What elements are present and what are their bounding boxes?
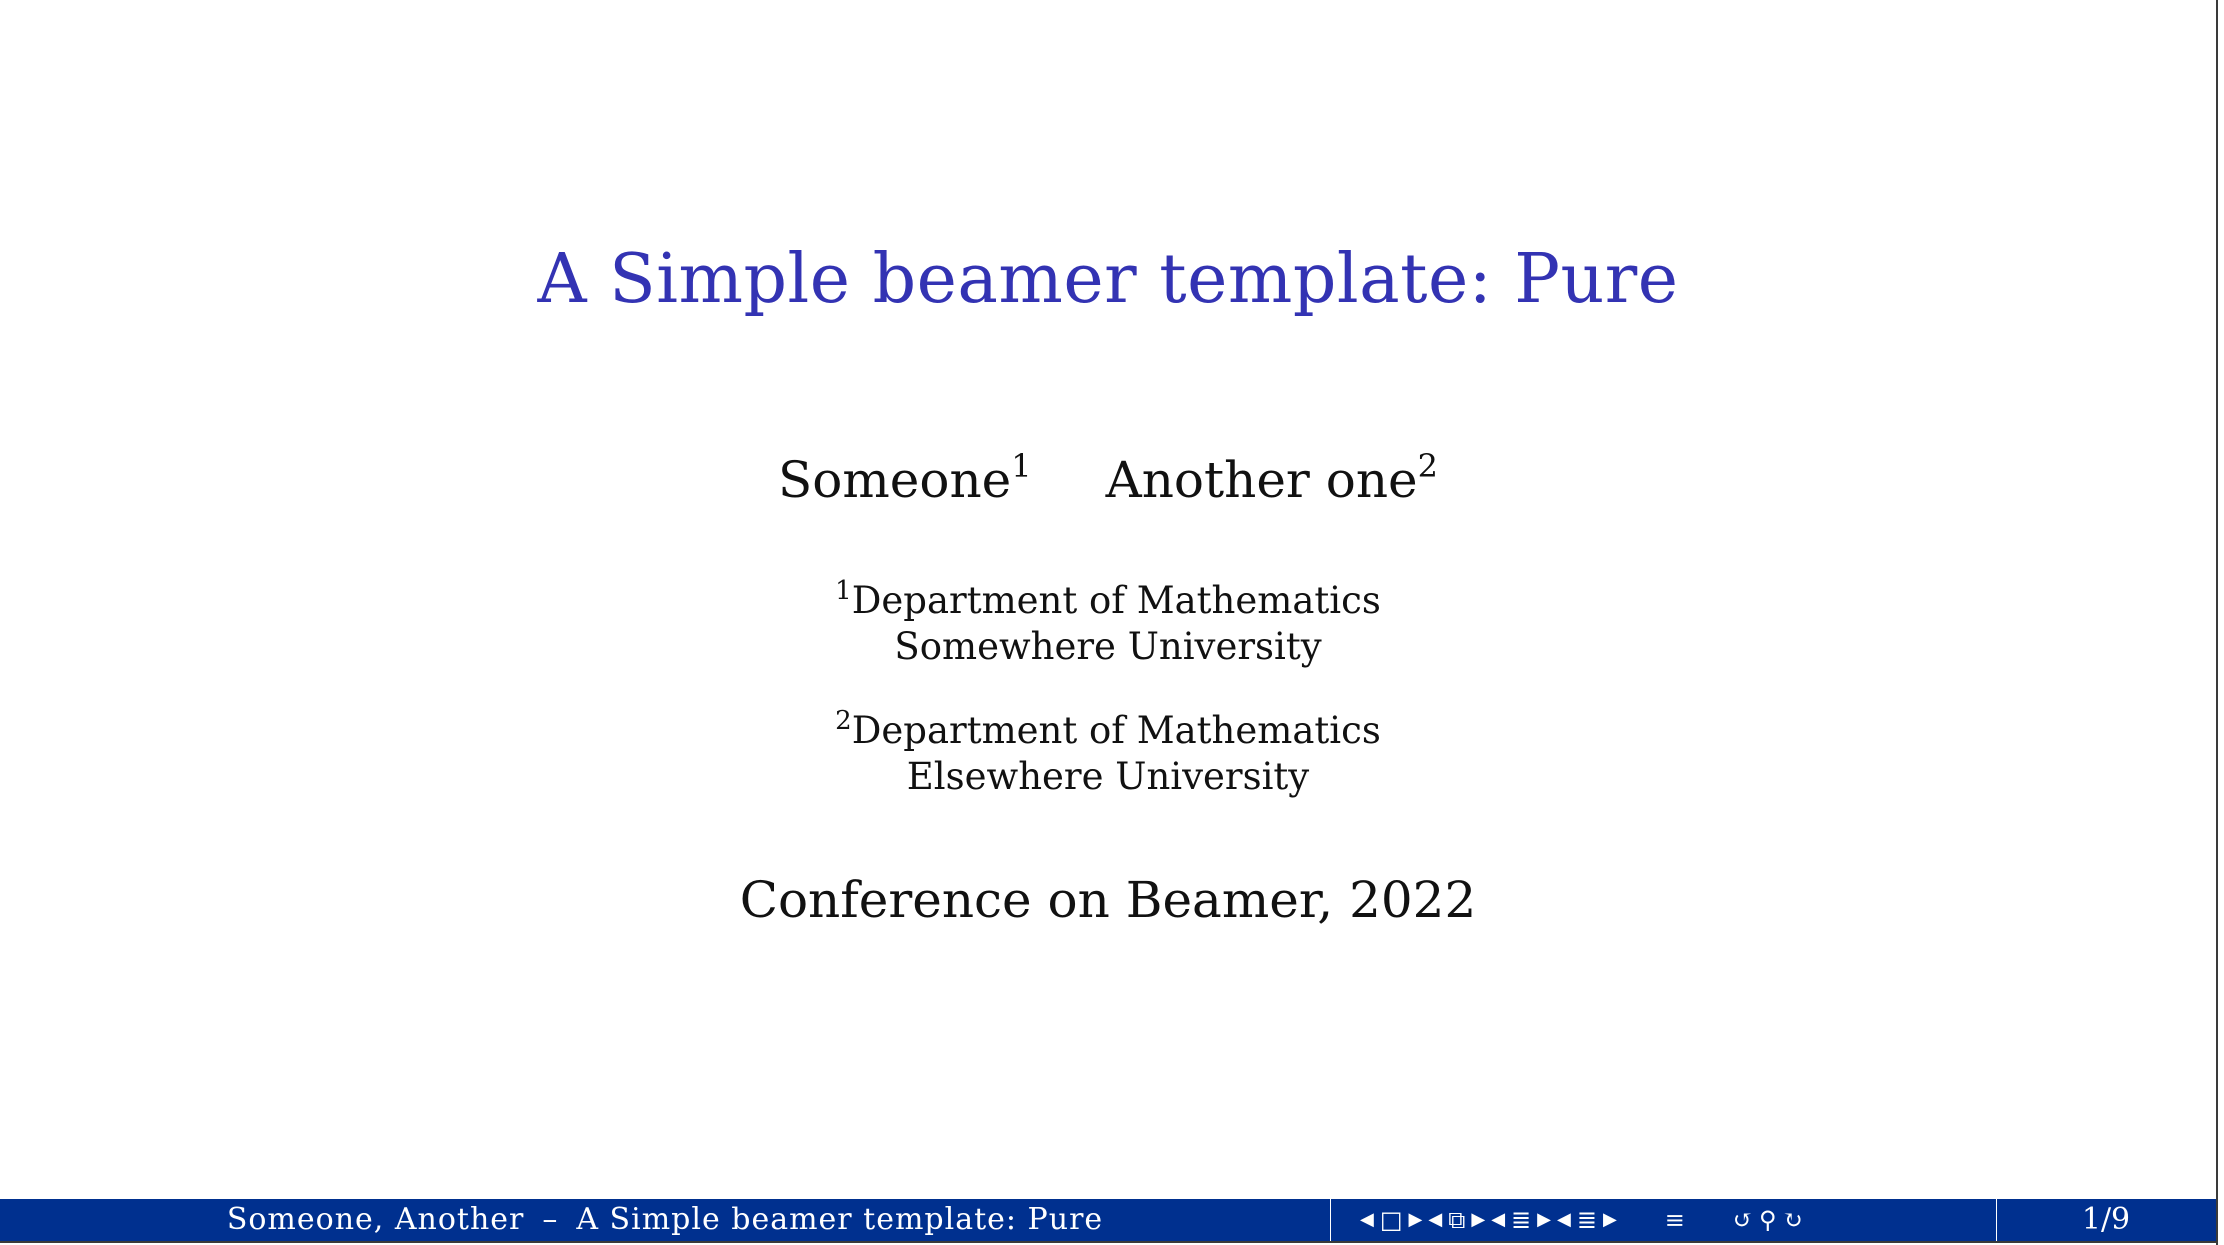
subsection-icon[interactable]: ⧉ xyxy=(1448,1208,1465,1232)
footline-separator: – xyxy=(542,1202,559,1237)
section-icon[interactable]: ≣ xyxy=(1511,1208,1531,1232)
navigation-symbols: ◀ □ ▶ ◀ ⧉ ▶ ◀ ≣ ▶ ◀ ≣ ▶ ≡ ↺ ⚲ ↻ xyxy=(1360,1199,1803,1241)
institute-2: 2Department of Mathematics Elsewhere Uni… xyxy=(0,708,2216,800)
section-back-icon[interactable]: ◀ xyxy=(1491,1211,1505,1229)
institute-mark: 2 xyxy=(835,706,852,736)
author-1: Someone1 xyxy=(778,448,1032,512)
institute-department: 1Department of Mathematics xyxy=(0,578,2216,624)
redo-icon[interactable]: ↻ xyxy=(1783,1208,1803,1232)
section-forward-icon[interactable]: ▶ xyxy=(1537,1211,1551,1229)
author-2: Another one2 xyxy=(1106,448,1438,512)
author-mark: 2 xyxy=(1417,447,1438,485)
document-icon[interactable]: ≡ xyxy=(1665,1208,1685,1232)
frame-icon[interactable]: □ xyxy=(1380,1208,1403,1232)
subsection-forward-icon[interactable]: ▶ xyxy=(1471,1211,1485,1229)
search-icon[interactable]: ⚲ xyxy=(1759,1208,1777,1232)
frame-forward-icon[interactable]: ▶ xyxy=(1409,1211,1423,1229)
slide-date: Conference on Beamer, 2022 xyxy=(739,871,1477,929)
author-name: Someone xyxy=(778,451,1012,509)
author-mark: 1 xyxy=(1011,447,1032,485)
author-name: Another one xyxy=(1105,451,1418,509)
page-number: 1/9 xyxy=(2081,1202,2131,1237)
slide-forward-icon[interactable]: ▶ xyxy=(1603,1211,1617,1229)
frame-back-icon[interactable]: ◀ xyxy=(1360,1211,1374,1229)
page-edge xyxy=(2216,0,2224,1245)
institute-mark: 1 xyxy=(835,576,852,606)
institute-university: Somewhere University xyxy=(894,625,1322,668)
subsection-back-icon[interactable]: ◀ xyxy=(1428,1211,1442,1229)
slide-icon[interactable]: ≣ xyxy=(1577,1208,1597,1232)
institute-department: 2Department of Mathematics xyxy=(0,708,2216,754)
institute-university: Elsewhere University xyxy=(906,755,1310,798)
institute-1: 1Department of Mathematics Somewhere Uni… xyxy=(0,578,2216,670)
footline-info: Someone, Another – A Simple beamer templat… xyxy=(0,1199,1330,1241)
author-list: Someone1 Another one2 xyxy=(0,448,2216,512)
footline-authors: Someone, Another xyxy=(226,1202,525,1237)
institute-department-text: Department of Mathematics xyxy=(851,709,1381,752)
undo-icon[interactable]: ↺ xyxy=(1733,1208,1753,1232)
slide-back-icon[interactable]: ◀ xyxy=(1557,1211,1571,1229)
footline-title: A Simple beamer template: Pure xyxy=(576,1202,1104,1237)
slide-title: A Simple beamer template: Pure xyxy=(537,240,1679,319)
footline: Someone, Another – A Simple beamer templat… xyxy=(0,1199,2216,1243)
slide: A Simple beamer template: Pure Someone1 A… xyxy=(0,0,2216,1245)
institute-department-text: Department of Mathematics xyxy=(851,579,1381,622)
footline-divider xyxy=(1330,1199,1331,1241)
